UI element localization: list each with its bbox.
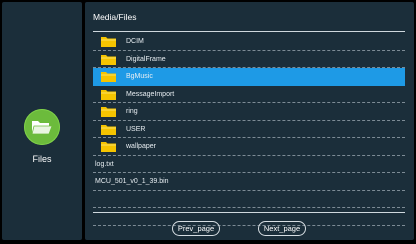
sidebar-panel: Files [2,2,82,240]
files-app-button[interactable] [24,109,60,145]
folder-icon [101,124,116,135]
empty-row [93,208,405,226]
item-label: MessageImport [126,90,175,98]
folder-icon [101,54,116,65]
folder-row[interactable]: DCIM [93,33,405,51]
item-label: DCIM [126,38,144,45]
item-label: USER [126,125,146,133]
empty-row [93,191,405,208]
folder-row[interactable]: DigitalFrame [93,51,405,68]
folder-row[interactable]: MessageImport [93,86,405,103]
folder-icon [101,37,116,47]
page-title: Media/Files [93,12,137,22]
open-folder-icon [31,121,53,135]
item-label: wallpaper [126,143,156,150]
folder-icon [101,89,116,100]
screen: Files Media/Files DCIM DigitalFrame BgMusi… [0,0,416,244]
folder-row[interactable]: USER [93,121,405,138]
folder-row[interactable]: ring [93,103,405,121]
file-row[interactable]: log.txt [93,156,405,173]
item-label: ring [126,108,138,115]
folder-row[interactable]: BgMusic [93,68,405,86]
bottom-divider [93,212,405,213]
file-list: DCIM DigitalFrame BgMusic MessageImport ring… [93,33,405,226]
item-label: log.txt [95,160,114,168]
files-app-label: Files [32,154,52,164]
prev-page-button[interactable]: Prev_page [172,221,220,236]
title-divider [93,31,405,32]
folder-icon [101,72,116,82]
folder-icon [101,107,116,117]
file-browser-panel: Media/Files DCIM DigitalFrame BgMusic Messa… [85,2,414,240]
file-row[interactable]: MCU_501_v0_1_39.bin [93,173,405,191]
item-label: BgMusic [126,73,153,80]
item-label: DigitalFrame [126,55,166,63]
item-label: MCU_501_v0_1_39.bin [95,178,169,185]
folder-row[interactable]: wallpaper [93,138,405,156]
folder-icon [101,142,116,152]
next-page-button[interactable]: Next_page [258,221,306,236]
